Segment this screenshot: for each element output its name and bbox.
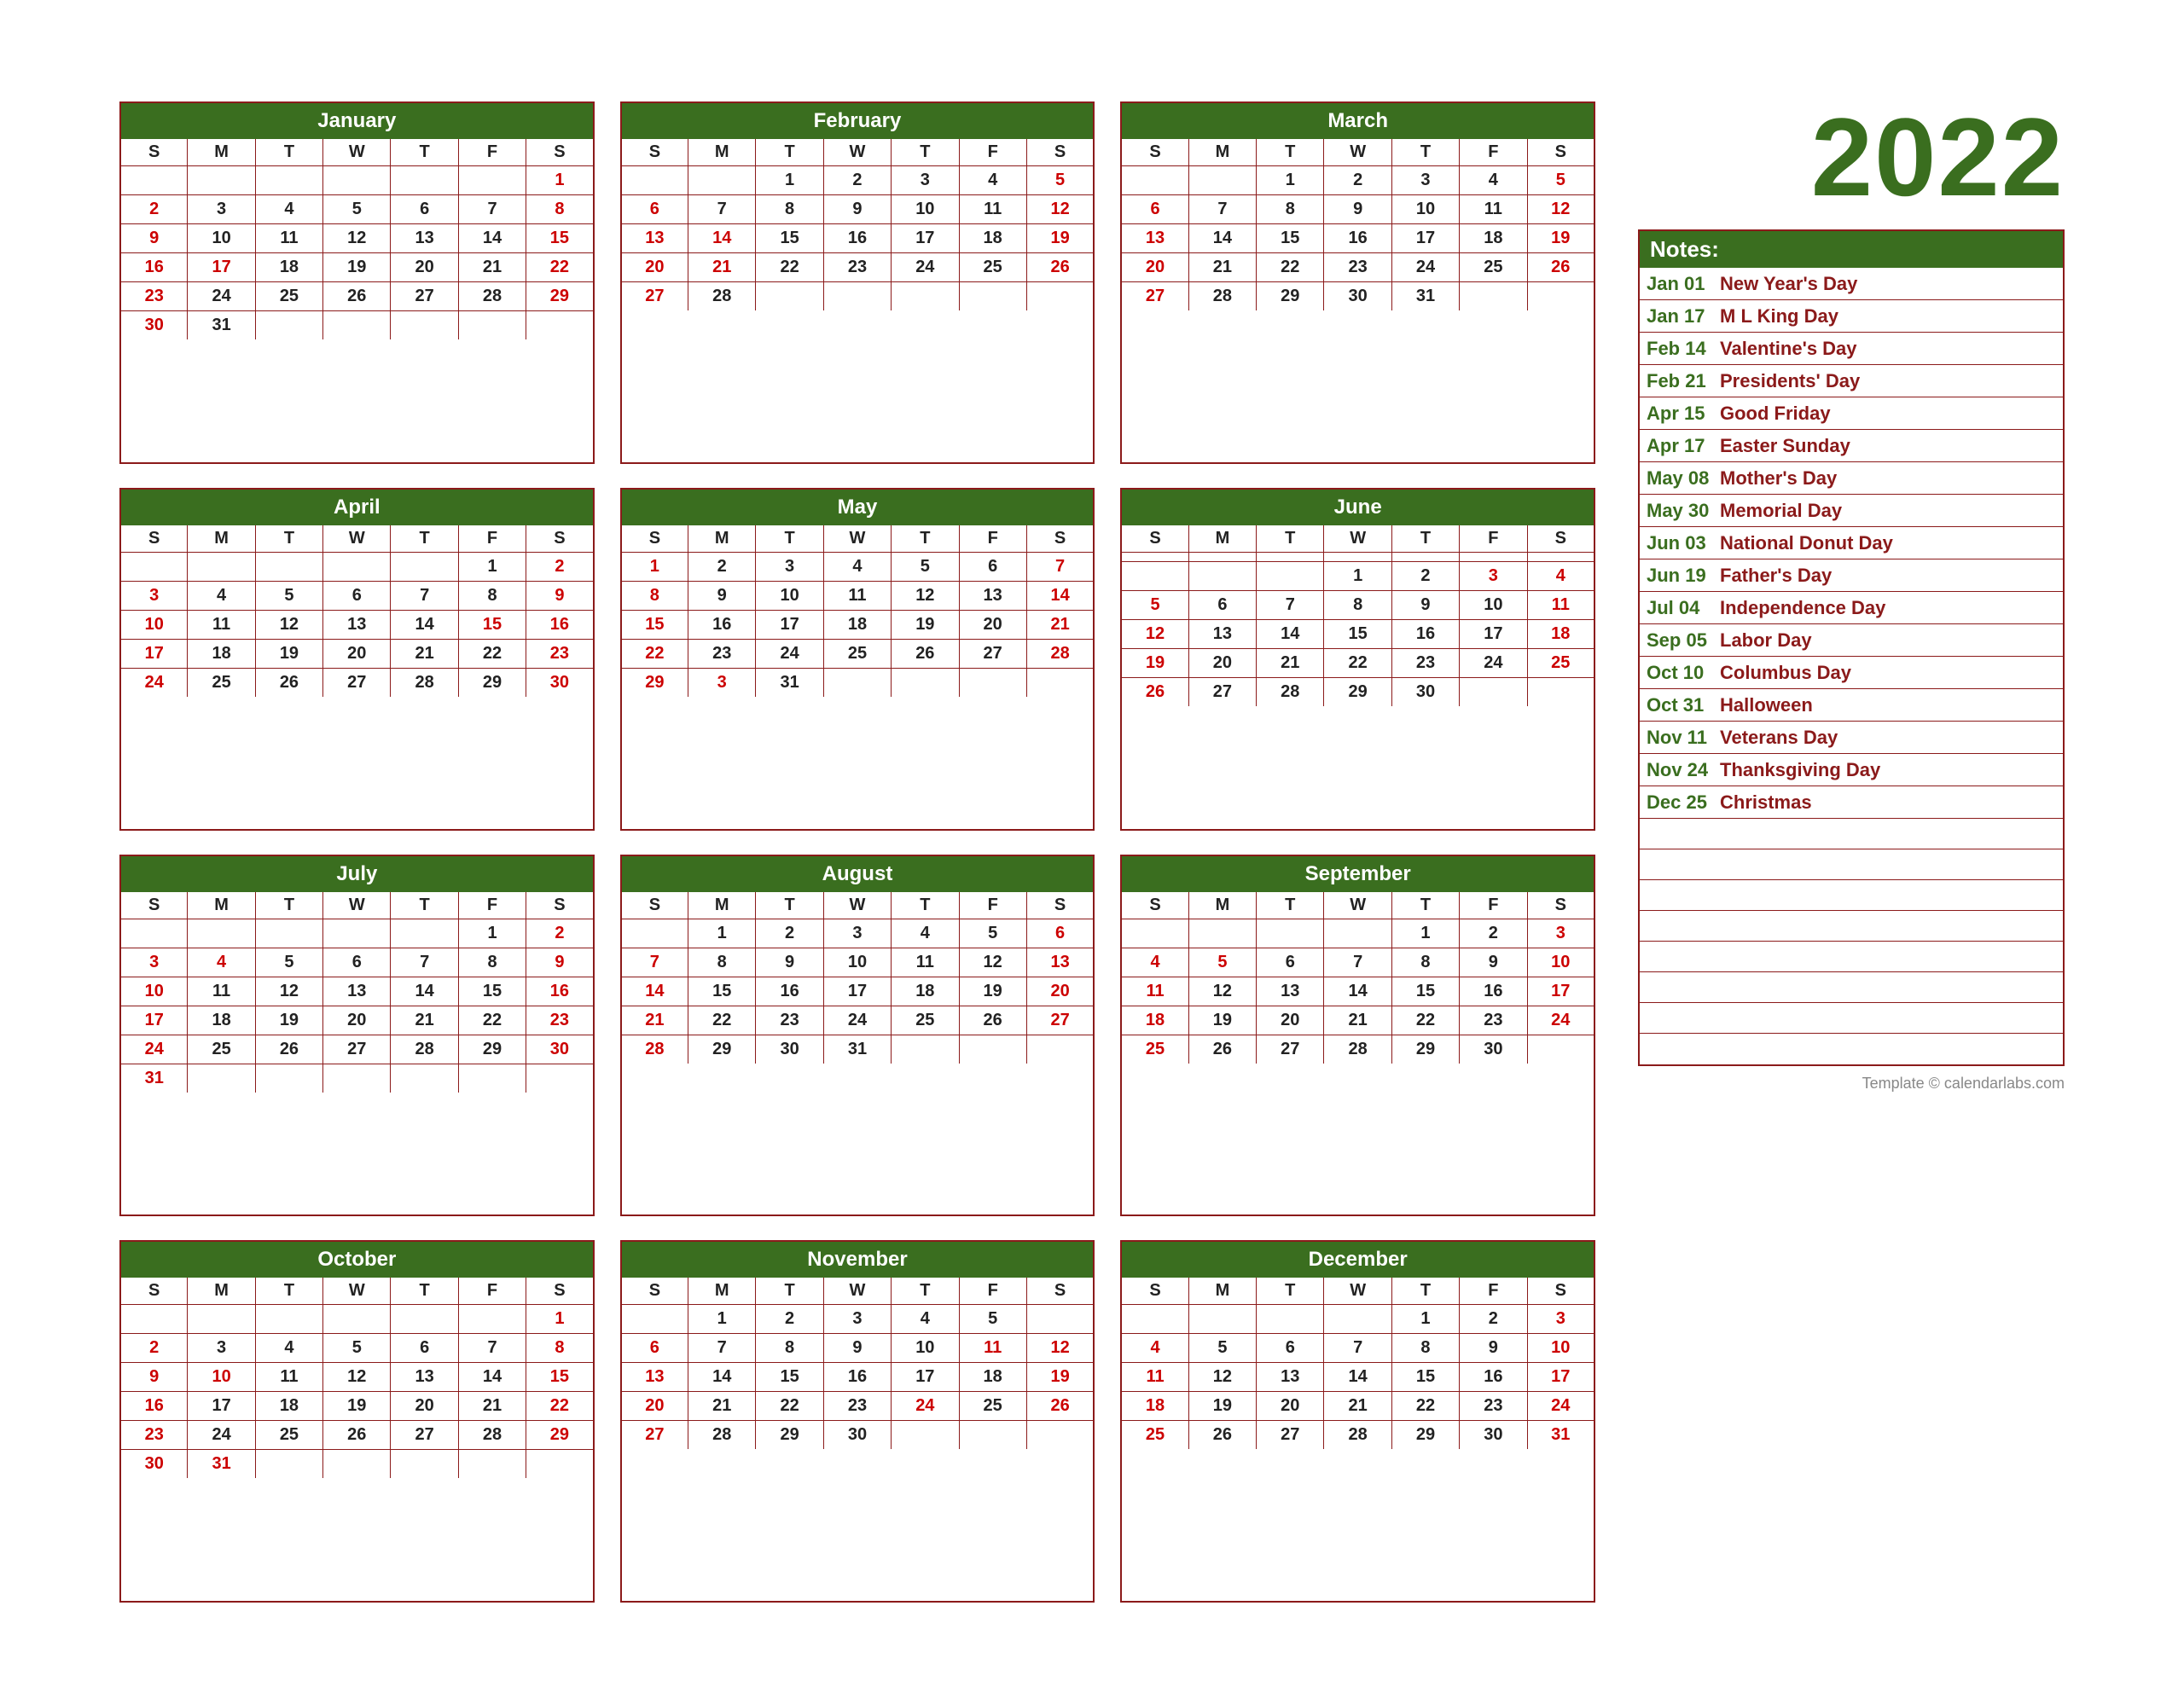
holiday-date: Jun 19 — [1640, 561, 1716, 590]
notes-empty-row — [1640, 972, 2063, 1003]
holiday-row: Feb 21Presidents' Day — [1640, 365, 2063, 397]
holiday-row: Nov 11Veterans Day — [1640, 722, 2063, 754]
holiday-row: Dec 25Christmas — [1640, 786, 2063, 819]
notes-panel: Notes:Jan 01New Year's DayJan 17M L King… — [1638, 229, 2065, 1066]
year-title: 2022 — [1811, 101, 2065, 212]
holiday-date: Jan 01 — [1640, 270, 1716, 299]
holiday-row: Jul 04Independence Day — [1640, 592, 2063, 624]
holiday-row: Jun 19Father's Day — [1640, 559, 2063, 592]
holiday-row: Jan 17M L King Day — [1640, 300, 2063, 333]
holiday-name: National Donut Day — [1716, 529, 1896, 558]
holiday-date: Jul 04 — [1640, 594, 1716, 623]
holiday-row: May 08Mother's Day — [1640, 462, 2063, 495]
notes-empty-row — [1640, 1034, 2063, 1064]
notes-empty-row — [1640, 911, 2063, 942]
calendar-november: NovemberSMTWTFS1234567891011121314151617… — [620, 1240, 1095, 1603]
holiday-row: May 30Memorial Day — [1640, 495, 2063, 527]
calendar-august: AugustSMTWTFS123456789101112131415161718… — [620, 855, 1095, 1217]
calendar-june: JuneSMTWTFS12345678910111213141516171819… — [1120, 488, 1595, 831]
calendar-header-may: May — [622, 490, 1094, 525]
holiday-name: Independence Day — [1716, 594, 1889, 623]
holiday-name: Valentine's Day — [1716, 334, 1861, 363]
holiday-row: Apr 17Easter Sunday — [1640, 430, 2063, 462]
calendar-october: OctoberSMTWTFS12345678910111213141516171… — [119, 1240, 595, 1603]
notes-empty-row — [1640, 849, 2063, 880]
calendars-area: JanuarySMTWTFS12345678910111213141516171… — [119, 101, 1595, 1603]
holiday-name: M L King Day — [1716, 302, 1842, 331]
holiday-date: Oct 31 — [1640, 691, 1716, 720]
holiday-row: Jun 03National Donut Day — [1640, 527, 2063, 559]
page: JanuarySMTWTFS12345678910111213141516171… — [68, 50, 2116, 1637]
calendar-header-september: September — [1122, 856, 1594, 892]
calendar-header-january: January — [121, 103, 593, 139]
holiday-name: Columbus Day — [1716, 658, 1855, 687]
holiday-name: Christmas — [1716, 788, 1815, 817]
holiday-date: Sep 05 — [1640, 626, 1716, 655]
calendar-header-march: March — [1122, 103, 1594, 139]
calendar-january: JanuarySMTWTFS12345678910111213141516171… — [119, 101, 595, 464]
holiday-date: Oct 10 — [1640, 658, 1716, 687]
holiday-name: Labor Day — [1716, 626, 1815, 655]
holiday-row: Nov 24Thanksgiving Day — [1640, 754, 2063, 786]
notes-header: Notes: — [1640, 231, 2063, 268]
holiday-date: Feb 14 — [1640, 334, 1716, 363]
holiday-name: Mother's Day — [1716, 464, 1840, 493]
holiday-row: Sep 05Labor Day — [1640, 624, 2063, 657]
holiday-date: May 08 — [1640, 464, 1716, 493]
calendar-header-august: August — [622, 856, 1094, 892]
calendar-header-july: July — [121, 856, 593, 892]
watermark: Template © calendarlabs.com — [1862, 1075, 2065, 1093]
holiday-date: Jun 03 — [1640, 529, 1716, 558]
calendar-header-december: December — [1122, 1242, 1594, 1278]
calendar-april: AprilSMTWTFS1234567891011121314151617181… — [119, 488, 595, 831]
calendar-header-april: April — [121, 490, 593, 525]
holiday-date: Jan 17 — [1640, 302, 1716, 331]
holiday-row: Feb 14Valentine's Day — [1640, 333, 2063, 365]
calendar-header-november: November — [622, 1242, 1094, 1278]
holiday-row: Oct 10Columbus Day — [1640, 657, 2063, 689]
holiday-date: Apr 17 — [1640, 432, 1716, 461]
holiday-name: New Year's Day — [1716, 270, 1861, 299]
holiday-name: Memorial Day — [1716, 496, 1845, 525]
holiday-date: Dec 25 — [1640, 788, 1716, 817]
holiday-name: Father's Day — [1716, 561, 1835, 590]
calendar-february: FebruarySMTWTFS1234567891011121314151617… — [620, 101, 1095, 464]
holiday-name: Easter Sunday — [1716, 432, 1854, 461]
holiday-date: Apr 15 — [1640, 399, 1716, 428]
holiday-name: Halloween — [1716, 691, 1816, 720]
calendar-september: SeptemberSMTWTFS123456789101112131415161… — [1120, 855, 1595, 1217]
notes-empty-row — [1640, 880, 2063, 911]
calendar-header-june: June — [1122, 490, 1594, 525]
notes-empty-row — [1640, 1003, 2063, 1034]
holiday-date: May 30 — [1640, 496, 1716, 525]
calendar-december: DecemberSMTWTFS1234567891011121314151617… — [1120, 1240, 1595, 1603]
holiday-name: Good Friday — [1716, 399, 1834, 428]
right-panel: 2022 Notes:Jan 01New Year's DayJan 17M L… — [1621, 101, 2065, 1603]
notes-empty-row — [1640, 819, 2063, 849]
holiday-name: Veterans Day — [1716, 723, 1841, 752]
holiday-date: Feb 21 — [1640, 367, 1716, 396]
notes-empty-row — [1640, 942, 2063, 972]
holiday-row: Apr 15Good Friday — [1640, 397, 2063, 430]
calendar-header-february: February — [622, 103, 1094, 139]
holiday-name: Presidents' Day — [1716, 367, 1863, 396]
calendar-may: MaySMTWTFS123456789101112131415161718192… — [620, 488, 1095, 831]
calendar-march: MarchSMTWTFS1234567891011121314151617181… — [1120, 101, 1595, 464]
holiday-date: Nov 11 — [1640, 723, 1716, 752]
holiday-name: Thanksgiving Day — [1716, 756, 1884, 785]
holiday-row: Oct 31Halloween — [1640, 689, 2063, 722]
calendar-header-october: October — [121, 1242, 593, 1278]
holiday-row: Jan 01New Year's Day — [1640, 268, 2063, 300]
calendar-july: JulySMTWTFS12345678910111213141516171819… — [119, 855, 595, 1217]
holiday-date: Nov 24 — [1640, 756, 1716, 785]
